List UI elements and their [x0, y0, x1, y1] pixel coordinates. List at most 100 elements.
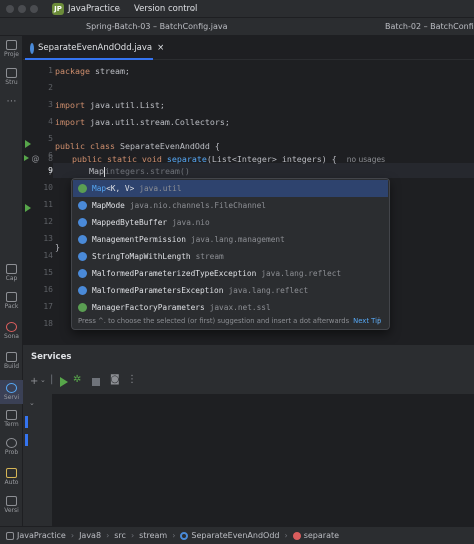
- tool-packages[interactable]: Pack: [0, 292, 23, 310]
- close-icon[interactable]: ×: [157, 43, 164, 53]
- line-number: 10: [43, 183, 53, 192]
- completion-item[interactable]: ManagerFactoryParameters javax.net.ssl: [73, 299, 388, 316]
- folder-icon: [6, 531, 14, 540]
- completion-item[interactable]: StringToMapWithLength stream: [73, 248, 388, 265]
- class-icon: [78, 252, 87, 261]
- line-number: 3: [48, 100, 53, 109]
- tool-build[interactable]: Build: [0, 352, 23, 370]
- window-tab-spring-batch-03[interactable]: Spring-Batch-03 – BatchConfig.java: [86, 22, 228, 31]
- capture-icon: [6, 264, 17, 274]
- completion-item[interactable]: MapMode java.nio.channels.FileChannel: [73, 197, 388, 214]
- interface-icon: [78, 184, 87, 193]
- camera-icon[interactable]: ◙: [110, 374, 120, 385]
- editor-tabs: SeparateEvenAndOdd.java ×: [23, 36, 474, 60]
- line-number: 16: [43, 285, 53, 294]
- tool-autobuild[interactable]: Auto: [0, 468, 23, 486]
- debug-icon[interactable]: ✲: [73, 374, 81, 385]
- completion-item[interactable]: ManagementPermission java.lang.management: [73, 231, 388, 248]
- services-title: Services: [31, 352, 72, 362]
- window-tab-batch-02[interactable]: Batch-02 – BatchConfig: [385, 22, 474, 31]
- line-number: 15: [43, 268, 53, 277]
- interface-icon: [78, 303, 87, 312]
- tool-problems[interactable]: Prob: [0, 438, 23, 456]
- completion-item[interactable]: Map<K, V> java.util: [73, 180, 388, 197]
- more-options-icon[interactable]: ⋮: [375, 316, 383, 325]
- package-icon: [6, 292, 17, 302]
- close-window-icon[interactable]: [6, 5, 14, 13]
- tool-version-control[interactable]: Versi: [0, 496, 23, 514]
- services-icon: [6, 383, 17, 393]
- line-number: 12: [43, 217, 53, 226]
- chevron-down-icon[interactable]: ⌄: [188, 4, 195, 14]
- zoom-window-icon[interactable]: [30, 5, 38, 13]
- title-bar: JP JavaPractice ⌄ Version control ⌄: [0, 0, 474, 18]
- code-token: SeparateEvenAndOdd: [119, 141, 210, 151]
- breadcrumb-item[interactable]: JavaPractice: [17, 531, 66, 540]
- class-icon: [78, 235, 87, 244]
- run-method-icon[interactable]: [25, 204, 31, 212]
- problems-icon: [6, 438, 17, 448]
- code-token: public class: [55, 141, 115, 151]
- breadcrumb-item[interactable]: Java8: [79, 531, 101, 540]
- stop-icon[interactable]: [92, 378, 100, 386]
- code-token: stream;: [89, 66, 130, 76]
- project-switcher[interactable]: JavaPractice: [68, 4, 120, 14]
- editor-tab-active[interactable]: SeparateEvenAndOdd.java ×: [25, 38, 164, 60]
- tool-terminal[interactable]: Term: [0, 410, 23, 428]
- structure-icon: [6, 68, 17, 78]
- breadcrumb-item[interactable]: src: [114, 531, 126, 540]
- tree-node[interactable]: [25, 416, 28, 428]
- code-token: separate: [166, 154, 207, 164]
- completion-item[interactable]: MalformedParameterizedTypeException java.…: [73, 265, 388, 282]
- inline-completion: integers.stream(): [105, 166, 190, 176]
- code-token: java.util.List;: [84, 100, 165, 110]
- run-class-icon[interactable]: [25, 140, 31, 148]
- usages-hint[interactable]: no usages: [347, 155, 385, 164]
- code-token: }: [55, 242, 60, 252]
- completion-footer: Press ^. to choose the selected (or firs…: [78, 317, 382, 325]
- folder-icon: [6, 40, 17, 50]
- minimize-window-icon[interactable]: [18, 5, 26, 13]
- services-tree[interactable]: ⌄: [23, 394, 53, 526]
- class-icon: [78, 269, 87, 278]
- more-icon[interactable]: ⋮: [127, 374, 137, 385]
- tree-node[interactable]: [25, 434, 28, 446]
- tool-structure[interactable]: Stru: [0, 68, 23, 86]
- services-header: Services: [23, 344, 474, 368]
- typed-text: Map: [89, 166, 104, 176]
- run-icon[interactable]: [60, 377, 68, 387]
- services-body: ⌄: [23, 394, 474, 526]
- chevron-down-icon[interactable]: ⌄: [40, 376, 46, 384]
- more-tools-icon[interactable]: ⋯: [0, 96, 23, 107]
- completion-popup: Map<K, V> java.util MapMode java.nio.chann…: [71, 178, 390, 330]
- tool-project[interactable]: Proje: [0, 40, 23, 58]
- line-number: 17: [43, 302, 53, 311]
- completion-item[interactable]: MappedByteBuffer java.nio: [73, 214, 388, 231]
- breadcrumb-item[interactable]: SeparateEvenAndOdd: [191, 531, 279, 540]
- add-service-button[interactable]: +: [30, 376, 38, 387]
- completion-item[interactable]: MalformedParametersException java.lang.re…: [73, 282, 388, 299]
- method-icon: [292, 531, 301, 540]
- sonar-icon: [6, 322, 17, 332]
- breadcrumb: JavaPractice › Java8 › src › stream › Se…: [6, 531, 339, 540]
- divider: |: [50, 374, 54, 385]
- code-token: package: [55, 66, 90, 76]
- run-method-icon[interactable]: @: [24, 154, 40, 163]
- chevron-down-icon[interactable]: ⌄: [115, 4, 122, 14]
- breadcrumb-item[interactable]: separate: [304, 531, 339, 540]
- tool-sonar[interactable]: Sona: [0, 322, 23, 340]
- tool-services[interactable]: Servi: [0, 380, 23, 404]
- tool-capture[interactable]: Cap: [0, 264, 23, 282]
- code-token: import: [55, 117, 85, 127]
- class-icon: [78, 201, 87, 210]
- code-token: integers) {: [276, 154, 337, 164]
- editor-tab-label: SeparateEvenAndOdd.java: [38, 43, 153, 53]
- code-token: java.util.stream.Collectors;: [84, 117, 230, 127]
- class-icon: [78, 286, 87, 295]
- code-token: public static void: [72, 154, 162, 164]
- breadcrumb-item[interactable]: stream: [139, 531, 167, 540]
- services-toolbar: + ⌄ | ✲ ◙ ⋮: [23, 368, 474, 394]
- gutter: 1 2 3 4 5 6 7 8 9 10 11 12 13 14 15 16 1…: [23, 60, 53, 340]
- line-number: 5: [48, 134, 53, 143]
- chevron-down-icon[interactable]: ⌄: [29, 399, 35, 407]
